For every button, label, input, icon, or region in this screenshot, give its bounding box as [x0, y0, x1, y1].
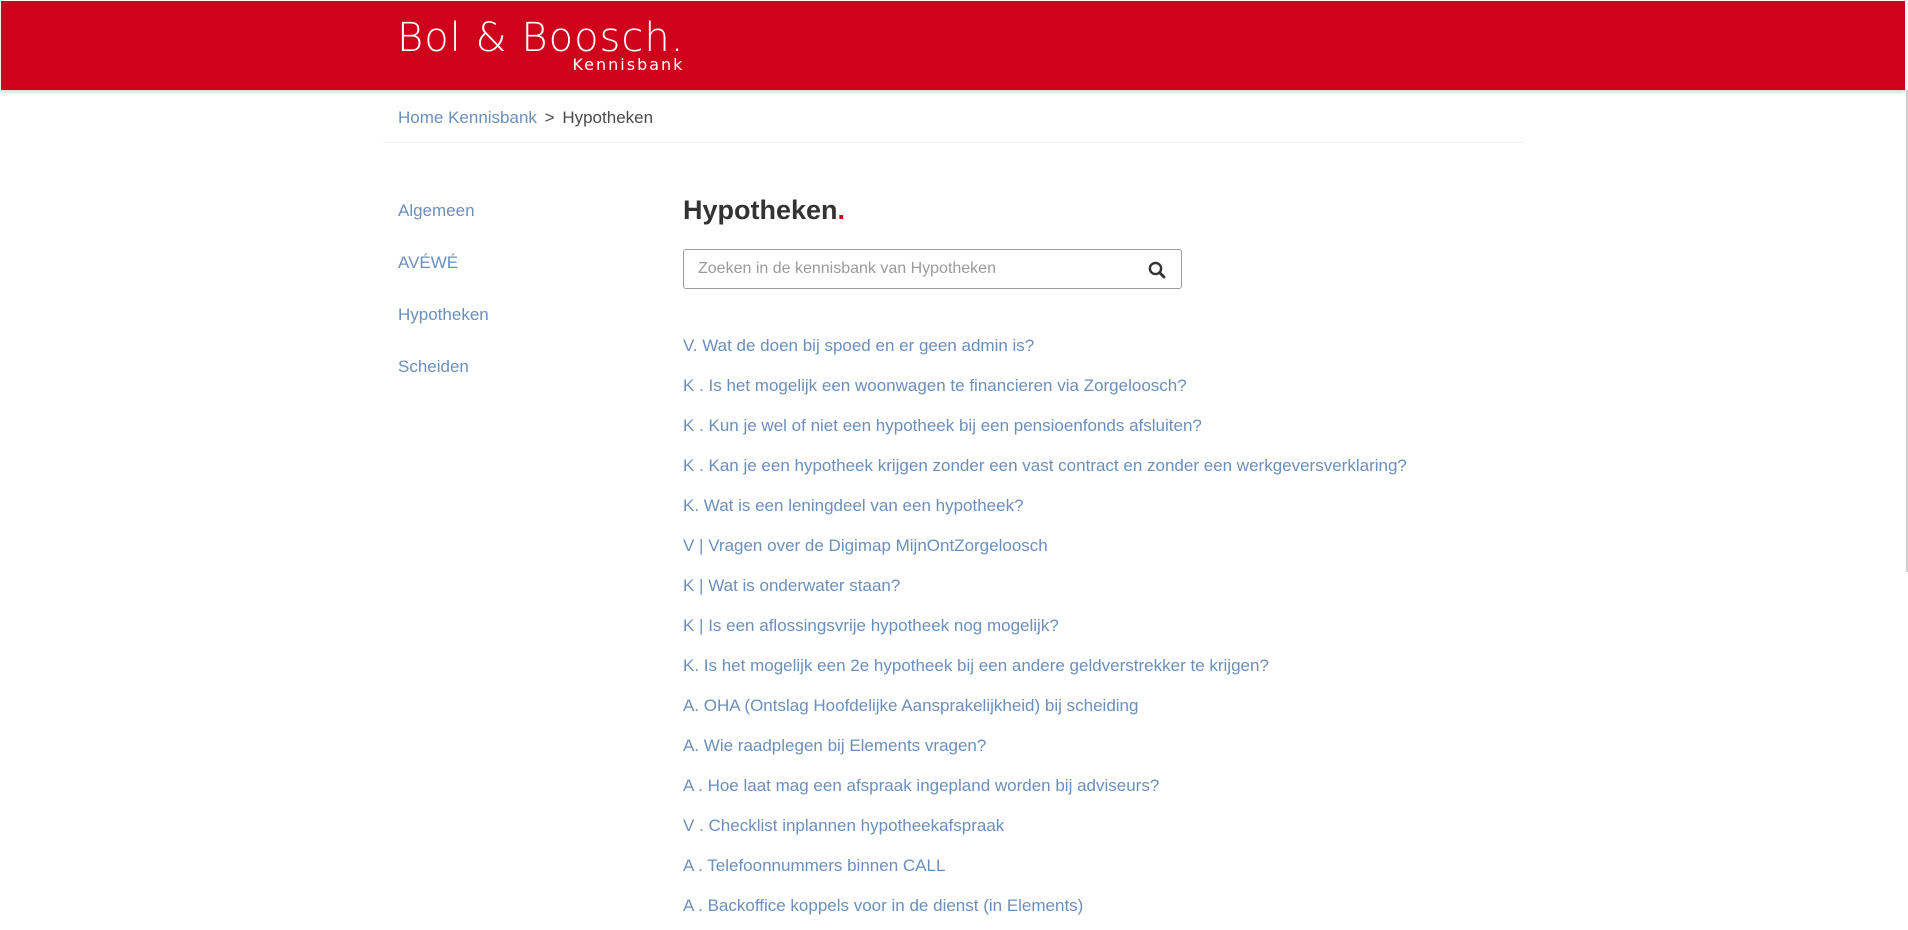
article-link[interactable]: A . Hoe laat mag een afspraak ingepland … [683, 776, 1159, 795]
list-item: V. Wat de doen bij spoed en er geen admi… [683, 335, 1407, 375]
sidebar-item-scheiden[interactable]: Scheiden [398, 356, 489, 408]
list-item: K. Is het mogelijk een 2e hypotheek bij … [683, 655, 1407, 695]
article-link[interactable]: V . Checklist inplannen hypotheekafspraa… [683, 816, 1004, 835]
breadcrumb-current: Hypotheken [562, 108, 654, 127]
list-item: K. Wat is een leningdeel van een hypothe… [683, 495, 1407, 535]
search-icon[interactable] [1147, 260, 1167, 280]
logo-wordmark: Bol & Boosch. [397, 15, 685, 61]
site-header: Bol & Boosch. Kennisbank [1, 1, 1905, 90]
article-link[interactable]: V | Vragen over de Digimap MijnOntZorgel… [683, 536, 1048, 555]
article-link[interactable]: K . Kan je een hypotheek krijgen zonder … [683, 456, 1407, 475]
search-field [683, 249, 1182, 289]
article-link[interactable]: V. Wat de doen bij spoed en er geen admi… [683, 336, 1034, 355]
list-item: K | Wat is onderwater staan? [683, 575, 1407, 615]
list-item: A . Telefoonnummers binnen CALL [683, 855, 1407, 895]
page: Bol & Boosch. Kennisbank Home Kennisbank… [0, 0, 1908, 930]
breadcrumb-separator: > [544, 108, 555, 127]
article-link[interactable]: K | Wat is onderwater staan? [683, 576, 900, 595]
list-item: V | Vragen over de Digimap MijnOntZorgel… [683, 535, 1407, 575]
article-link[interactable]: A . Telefoonnummers binnen CALL [683, 856, 945, 875]
sidebar-item-avewe[interactable]: AVÉWÉ [398, 252, 489, 304]
page-title-text: Hypotheken [683, 195, 838, 225]
article-link[interactable]: K. Wat is een leningdeel van een hypothe… [683, 496, 1024, 515]
list-item: V . Checklist inplannen hypotheekafspraa… [683, 815, 1407, 855]
breadcrumb: Home Kennisbank > Hypotheken [398, 108, 653, 128]
list-item: K | Is een aflossingsvrije hypotheek nog… [683, 615, 1407, 655]
article-link[interactable]: K . Is het mogelijk een woonwagen te fin… [683, 376, 1187, 395]
article-link[interactable]: A . Backoffice koppels voor in de dienst… [683, 896, 1083, 915]
breadcrumb-home-link[interactable]: Home Kennisbank [398, 108, 537, 127]
list-item: A . Hoe laat mag een afspraak ingepland … [683, 775, 1407, 815]
list-item: K . Kun je wel of niet een hypotheek bij… [683, 415, 1407, 455]
category-sidebar: Algemeen AVÉWÉ Hypotheken Scheiden [398, 200, 489, 408]
page-title: Hypotheken. [683, 194, 845, 226]
article-link[interactable]: K | Is een aflossingsvrije hypotheek nog… [683, 616, 1059, 635]
sidebar-item-algemeen[interactable]: Algemeen [398, 200, 489, 252]
list-item: K . Kan je een hypotheek krijgen zonder … [683, 455, 1407, 495]
breadcrumb-divider [383, 142, 1524, 143]
search-input[interactable] [698, 250, 1128, 288]
article-link[interactable]: K . Kun je wel of niet een hypotheek bij… [683, 416, 1202, 435]
site-logo[interactable]: Bol & Boosch. Kennisbank [397, 15, 685, 74]
article-link[interactable]: A. OHA (Ontslag Hoofdelijke Aansprakelij… [683, 696, 1138, 715]
list-item: A . Backoffice koppels voor in de dienst… [683, 895, 1407, 930]
list-item: A. Wie raadplegen bij Elements vragen? [683, 735, 1407, 775]
article-list: V. Wat de doen bij spoed en er geen admi… [683, 335, 1407, 930]
list-item: A. OHA (Ontslag Hoofdelijke Aansprakelij… [683, 695, 1407, 735]
logo-subtitle: Kennisbank [572, 55, 685, 74]
article-link[interactable]: K. Is het mogelijk een 2e hypotheek bij … [683, 656, 1269, 675]
page-title-dot: . [837, 195, 846, 225]
sidebar-item-hypotheken[interactable]: Hypotheken [398, 304, 489, 356]
list-item: K . Is het mogelijk een woonwagen te fin… [683, 375, 1407, 415]
article-link[interactable]: A. Wie raadplegen bij Elements vragen? [683, 736, 986, 755]
